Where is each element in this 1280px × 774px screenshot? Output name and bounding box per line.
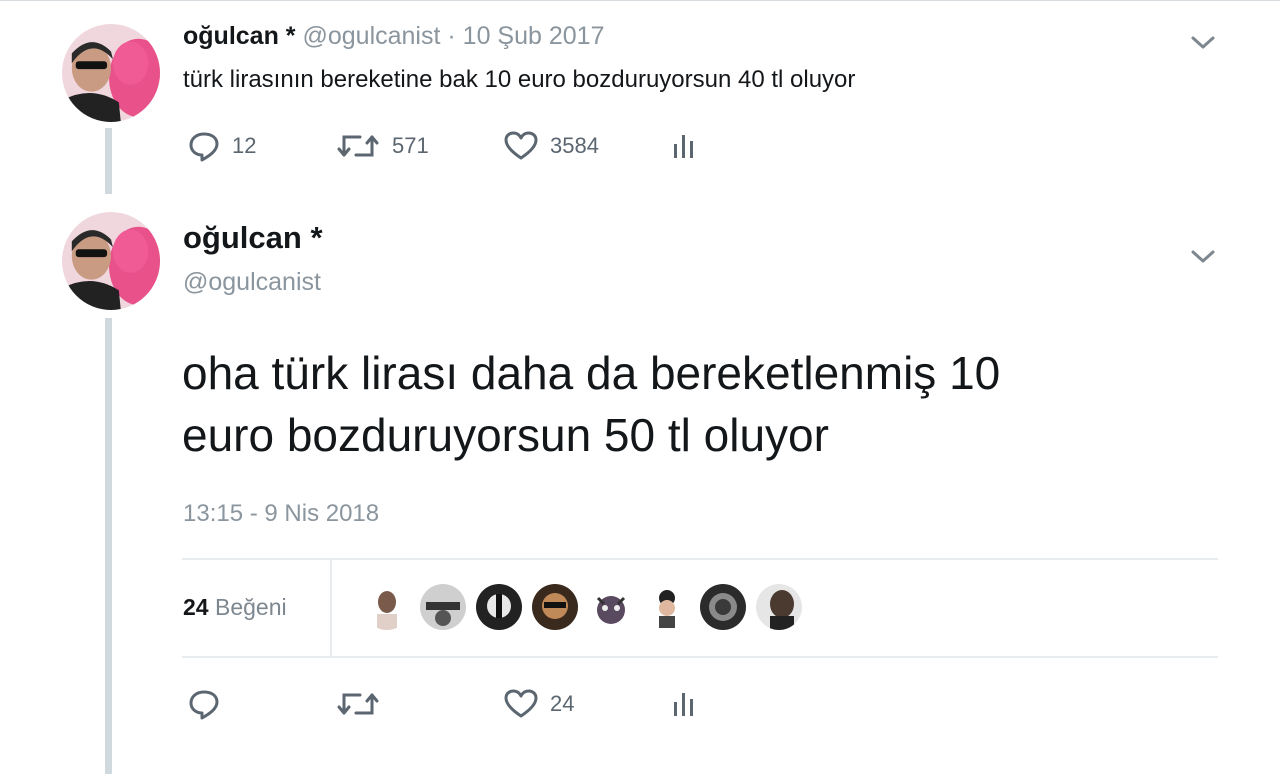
name-star: * xyxy=(285,22,296,50)
like-count: 3584 xyxy=(550,133,599,158)
liker-avatar[interactable] xyxy=(700,584,746,630)
analytics-icon xyxy=(674,693,693,716)
reply-button[interactable] xyxy=(188,688,336,720)
thread-line-top xyxy=(105,128,112,194)
retweet-icon xyxy=(337,135,379,157)
reply-icon xyxy=(189,132,219,162)
liker-avatar[interactable] xyxy=(364,584,410,630)
likes-label: Beğeni xyxy=(214,594,287,620)
liker-avatar[interactable] xyxy=(588,584,634,630)
tweet-text-line: euro bozduruyorsun 50 tl oluyor xyxy=(182,409,829,461)
reply-count: 12 xyxy=(232,133,257,158)
analytics-icon xyxy=(674,135,693,158)
tweet-timestamp[interactable]: 13:15 - 9 Nis 2018 xyxy=(183,500,379,528)
analytics-button[interactable] xyxy=(672,690,696,718)
likes-vertical-divider xyxy=(330,560,332,656)
reply-button[interactable]: 12 xyxy=(188,130,336,162)
retweet-icon xyxy=(337,693,379,715)
handle[interactable]: @ogulcanist xyxy=(302,22,440,50)
display-name[interactable]: oğulcan xyxy=(183,22,279,50)
like-button[interactable]: 3584 xyxy=(504,131,672,161)
divider xyxy=(182,558,1218,560)
handle[interactable]: @ogulcanist xyxy=(183,268,321,297)
retweet-count: 571 xyxy=(392,133,429,158)
likes-summary[interactable]: 24 Beğeni xyxy=(183,594,287,621)
tweet-text: türk lirasının bereketine bak 10 euro bo… xyxy=(183,66,856,93)
liker-avatar[interactable] xyxy=(532,584,578,630)
liker-avatar[interactable] xyxy=(644,584,690,630)
thread-line-bottom xyxy=(105,318,112,774)
reply-icon xyxy=(189,690,219,720)
likes-count: 24 xyxy=(183,594,209,620)
heart-icon xyxy=(504,131,538,160)
display-name[interactable]: oğulcan xyxy=(183,220,302,255)
tweet1-actions: 12 571 3584 xyxy=(188,130,696,162)
like-button[interactable]: 24 xyxy=(504,689,672,719)
liker-avatar[interactable] xyxy=(476,584,522,630)
analytics-button[interactable] xyxy=(672,132,696,160)
liker-avatar[interactable] xyxy=(756,584,802,630)
chevron-down-icon[interactable] xyxy=(1190,248,1216,266)
top-border xyxy=(0,0,1280,1)
retweet-button[interactable]: 571 xyxy=(336,131,504,161)
chevron-down-icon[interactable] xyxy=(1190,34,1216,52)
tweet1-header: oğulcan * @ogulcanist · 10 Şub 2017 xyxy=(183,22,604,51)
avatar[interactable] xyxy=(62,212,160,310)
avatar[interactable] xyxy=(62,24,160,122)
divider xyxy=(182,656,1218,658)
tweet2-header: oğulcan * xyxy=(183,220,323,256)
name-star: * xyxy=(310,220,323,255)
tweet2-actions: 24 xyxy=(188,688,696,720)
tweet-text-line: oha türk lirası daha da bereketlenmiş 10 xyxy=(182,347,1001,399)
retweet-button[interactable] xyxy=(336,689,504,719)
liker-avatar[interactable] xyxy=(420,584,466,630)
like-count: 24 xyxy=(550,691,575,716)
tweet-text: oha türk lirası daha da bereketlenmiş 10… xyxy=(182,342,1242,466)
heart-icon xyxy=(504,689,538,718)
likers-avatars xyxy=(364,584,802,630)
tweet-date[interactable]: 10 Şub 2017 xyxy=(463,22,605,50)
tweet-thread: oğulcan * @ogulcanist · 10 Şub 2017 türk… xyxy=(0,0,1280,774)
meta-separator: · xyxy=(447,22,456,50)
